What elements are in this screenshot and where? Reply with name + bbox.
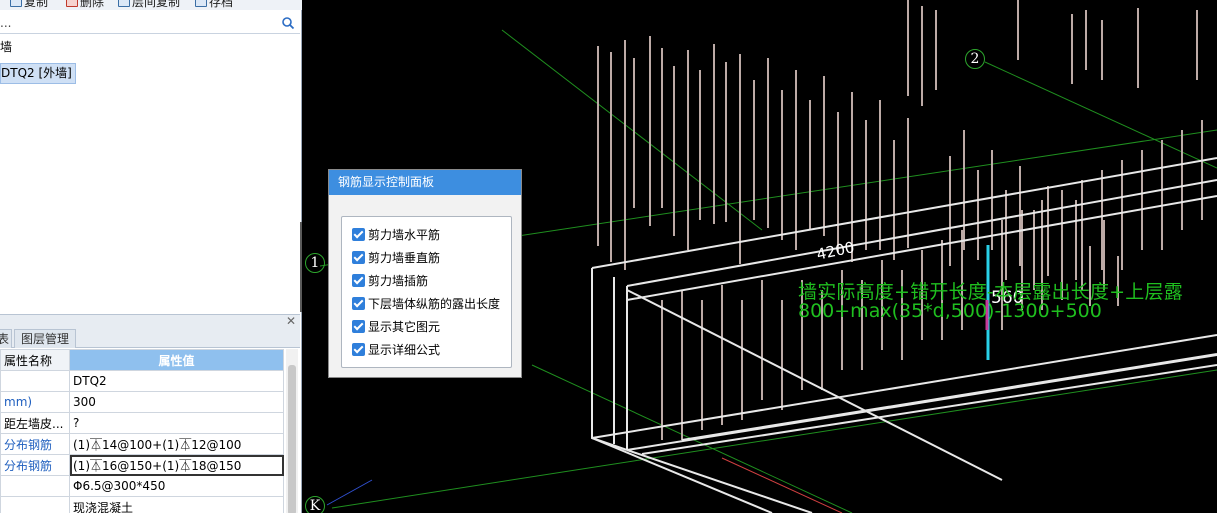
delete-icon — [66, 0, 78, 7]
property-value-editing[interactable]: (1)⏄16@150+(1)⏄18@150 — [69, 454, 284, 476]
property-value[interactable]: (1)⏄14@100+(1)⏄12@100 — [69, 433, 284, 455]
search-icon[interactable] — [281, 16, 295, 30]
copy-icon — [10, 0, 22, 7]
blue-axis-line — [326, 479, 373, 506]
tree-item-dtq2[interactable]: DTQ2 [外墙] — [0, 63, 76, 84]
property-value[interactable]: 300 — [69, 391, 284, 413]
property-value[interactable]: Φ6.5@300*450 — [69, 475, 284, 497]
property-name — [0, 496, 70, 513]
tree-item-wall[interactable]: 墙 — [0, 37, 12, 57]
panel-separator: ✕ — [0, 314, 300, 328]
option-wall-vertical-rebar[interactable]: 剪力墙垂直筋 — [352, 248, 440, 266]
option-show-detailed-formula[interactable]: 显示详细公式 — [352, 340, 440, 358]
property-name: 距左墙皮... — [0, 412, 70, 434]
tab-table[interactable]: 表 — [0, 329, 12, 348]
vertical-rebars — [597, 0, 1203, 440]
checkbox-checked-icon[interactable] — [352, 250, 365, 264]
dialog-title[interactable]: 钢筋显示控制面板 — [329, 170, 521, 195]
checkbox-checked-icon[interactable] — [352, 342, 365, 356]
rebar-display-control-panel: 钢筋显示控制面板 剪力墙水平筋 剪力墙垂直筋 剪力墙插筋 下层墙体纵筋的露出长度… — [328, 169, 522, 378]
option-label: 显示详细公式 — [368, 342, 441, 357]
table-row[interactable]: Φ6.5@300*450 — [0, 475, 284, 497]
property-value[interactable]: ? — [69, 412, 284, 434]
checkbox-checked-icon[interactable] — [352, 227, 365, 241]
toolbar: 复制 删除 层间复制 存档 — [0, 0, 302, 10]
property-name: mm) — [0, 391, 70, 413]
delete-button[interactable]: 删除 — [66, 0, 104, 9]
property-value[interactable]: 现浇混凝土 — [69, 496, 284, 513]
option-label: 剪力墙水平筋 — [368, 227, 441, 242]
search-input[interactable] — [0, 14, 270, 32]
save-icon — [195, 0, 207, 7]
table-row[interactable]: 现浇混凝土 — [0, 496, 284, 513]
layer-copy-icon — [118, 0, 130, 7]
table-header-row: 属性名称 属性值 — [0, 349, 284, 371]
option-lower-wall-rebar-exposure[interactable]: 下层墙体纵筋的露出长度 — [352, 294, 500, 312]
option-wall-dowel-rebar[interactable]: 剪力墙插筋 — [352, 271, 428, 289]
property-name: 分布钢筋 — [0, 433, 70, 455]
formula-text-line2: 800+max(35*d,500)-1300+500 — [798, 300, 1102, 322]
checkbox-checked-icon[interactable] — [352, 319, 365, 333]
option-label: 剪力墙垂直筋 — [368, 250, 441, 265]
table-row[interactable]: 分布钢筋 (1)⏄16@150+(1)⏄18@150 — [0, 454, 284, 476]
left-panel: 复制 删除 层间复制 存档 墙 DTQ2 [外墙] ✕ 表 图层管理 — [0, 0, 302, 513]
options-group: 剪力墙水平筋 剪力墙垂直筋 剪力墙插筋 下层墙体纵筋的露出长度 显示其它图元 显… — [341, 216, 512, 368]
layer-copy-label: 层间复制 — [132, 0, 181, 9]
checkbox-checked-icon[interactable] — [352, 273, 365, 287]
table-row[interactable]: mm) 300 — [0, 391, 284, 413]
axis-label-k: K — [305, 496, 325, 513]
vertical-scrollbar[interactable] — [286, 349, 298, 513]
option-show-other-elements[interactable]: 显示其它图元 — [352, 317, 440, 335]
table-row[interactable]: DTQ2 — [0, 370, 284, 392]
delete-label: 删除 — [80, 0, 105, 9]
save-button[interactable]: 存档 — [195, 0, 233, 9]
option-wall-horizontal-rebar[interactable]: 剪力墙水平筋 — [352, 225, 440, 243]
option-label: 显示其它图元 — [368, 319, 441, 334]
scrollbar-thumb[interactable] — [288, 365, 296, 513]
wall-outline — [591, 157, 1217, 513]
layer-copy-button[interactable]: 层间复制 — [118, 0, 180, 9]
axis-label-1: 1 — [305, 253, 325, 273]
property-tabs: 表 图层管理 — [0, 328, 300, 348]
table-row[interactable]: 分布钢筋 (1)⏄14@100+(1)⏄12@100 — [0, 433, 284, 455]
search-row — [0, 12, 300, 34]
table-row[interactable]: 距左墙皮... ? — [0, 412, 284, 434]
option-label: 下层墙体纵筋的露出长度 — [368, 296, 501, 311]
checkbox-checked-icon[interactable] — [352, 296, 365, 310]
axis-label-2: 2 — [965, 49, 985, 69]
option-label: 剪力墙插筋 — [368, 273, 429, 288]
copy-label: 复制 — [24, 0, 49, 9]
property-name — [0, 475, 70, 497]
red-guideline — [721, 457, 843, 513]
property-name — [0, 370, 70, 392]
save-label: 存档 — [209, 0, 234, 9]
property-table: 属性名称 属性值 DTQ2 mm) 300 距左墙皮... ? 分布钢筋 (1)… — [0, 349, 284, 513]
column-header-name: 属性名称 — [0, 349, 70, 371]
close-icon[interactable]: ✕ — [286, 315, 296, 327]
property-name: 分布钢筋 — [0, 454, 70, 476]
copy-button[interactable]: 复制 — [10, 0, 48, 9]
column-header-value: 属性值 — [69, 349, 284, 371]
property-value[interactable]: DTQ2 — [69, 370, 284, 392]
tab-layer-manager[interactable]: 图层管理 — [14, 329, 76, 348]
